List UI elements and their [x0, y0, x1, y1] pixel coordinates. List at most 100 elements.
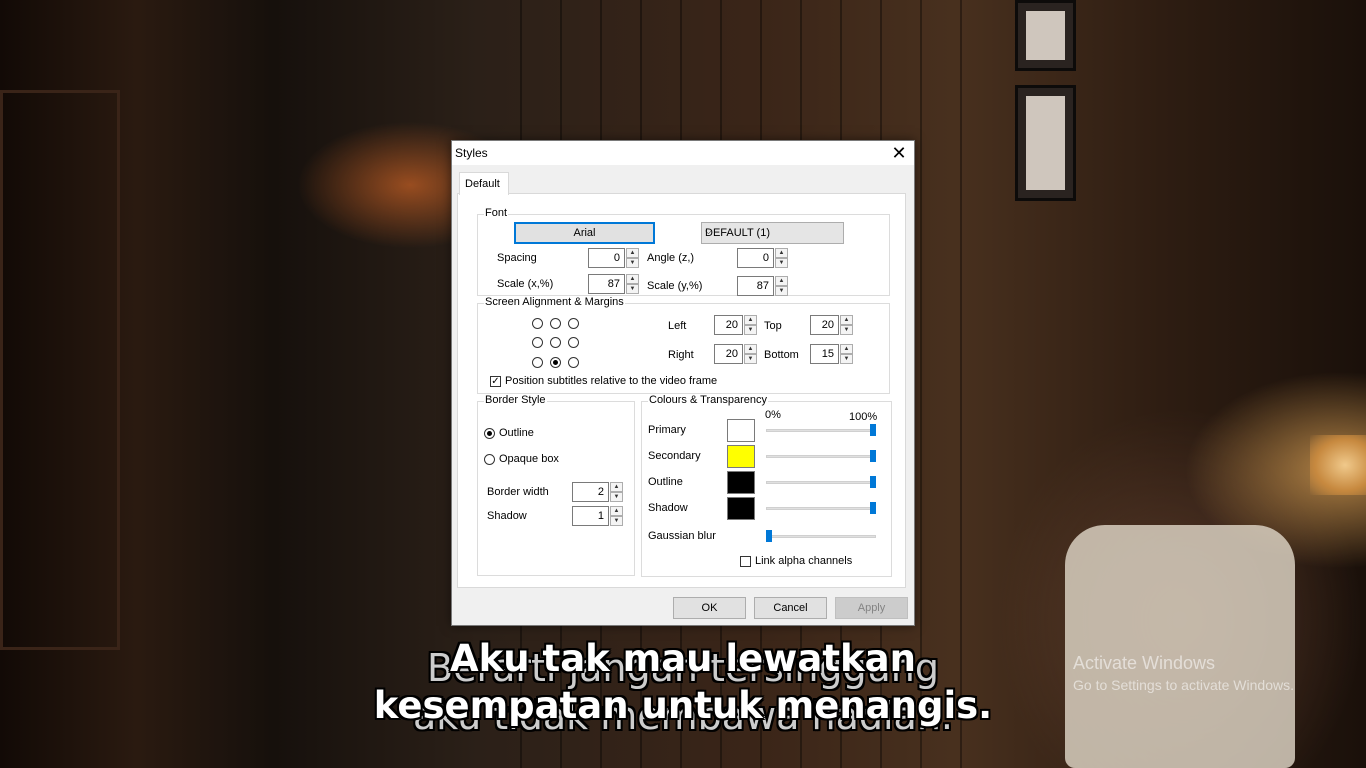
spin-down-icon[interactable]: ▼ — [626, 284, 639, 294]
spin-up-icon[interactable]: ▲ — [840, 315, 853, 325]
align-top-right-radio[interactable] — [568, 318, 579, 329]
secondary-opacity-slider[interactable] — [766, 450, 876, 462]
align-top-left-radio[interactable] — [532, 318, 543, 329]
scale-y-stepper[interactable]: 87 ▲ ▼ — [737, 276, 788, 296]
scale-x-value[interactable]: 87 — [588, 274, 625, 294]
title-bar[interactable]: Styles ✕ — [452, 141, 914, 165]
charset-select[interactable]: DEFAULT (1) ⌵ — [701, 222, 844, 244]
spin-up-icon[interactable]: ▲ — [610, 482, 623, 492]
align-middle-left-radio[interactable] — [532, 337, 543, 348]
shadow-colour-label: Shadow — [648, 502, 688, 514]
margin-top-label: Top — [764, 320, 782, 332]
spin-up-icon[interactable]: ▲ — [744, 315, 757, 325]
align-top-center-radio[interactable] — [550, 318, 561, 329]
scale-x-label: Scale (x,%) — [497, 278, 554, 290]
cancel-button[interactable]: Cancel — [754, 597, 827, 619]
spacing-stepper[interactable]: 0 ▲ ▼ — [588, 248, 639, 268]
font-button[interactable]: Arial — [514, 222, 655, 244]
close-button[interactable]: ✕ — [884, 141, 914, 165]
align-middle-center-radio[interactable] — [550, 337, 561, 348]
primary-opacity-slider[interactable] — [766, 424, 876, 436]
secondary-label: Secondary — [648, 450, 701, 462]
gaussian-blur-label: Gaussian blur — [648, 530, 716, 542]
margin-right-stepper[interactable]: 20 ▲ ▼ — [714, 344, 758, 364]
spin-down-icon[interactable]: ▼ — [744, 325, 757, 335]
border-width-label: Border width — [487, 486, 549, 498]
spin-up-icon[interactable]: ▲ — [775, 248, 788, 258]
opacity-min-label: 0% — [765, 409, 781, 421]
spin-down-icon[interactable]: ▼ — [610, 516, 623, 526]
shadow-value[interactable]: 1 — [572, 506, 609, 526]
apply-button[interactable]: Apply — [835, 597, 908, 619]
primary-color-swatch[interactable] — [727, 419, 755, 442]
spin-down-icon[interactable]: ▼ — [775, 286, 788, 296]
slider-thumb[interactable] — [870, 450, 876, 462]
spin-down-icon[interactable]: ▼ — [840, 354, 853, 364]
margin-bottom-label: Bottom — [764, 349, 799, 361]
slider-thumb[interactable] — [870, 424, 876, 436]
align-bottom-left-radio[interactable] — [532, 357, 543, 368]
spin-down-icon[interactable]: ▼ — [744, 354, 757, 364]
margin-left-value[interactable]: 20 — [714, 315, 743, 335]
font-group: Font Arial DEFAULT (1) ⌵ Spacing 0 ▲ ▼ An… — [477, 207, 890, 296]
opacity-max-label: 100% — [849, 411, 878, 423]
spin-up-icon[interactable]: ▲ — [626, 274, 639, 284]
border-width-stepper[interactable]: 2 ▲ ▼ — [572, 482, 623, 502]
slider-thumb[interactable] — [870, 476, 876, 488]
styles-dialog: Styles ✕ Default Font Arial DEFAULT (1) … — [451, 140, 915, 626]
gaussian-blur-slider[interactable] — [766, 530, 876, 542]
outline-opacity-slider[interactable] — [766, 476, 876, 488]
margin-top-value[interactable]: 20 — [810, 315, 839, 335]
ok-button[interactable]: OK — [673, 597, 746, 619]
relative-position-label: Position subtitles relative to the video… — [505, 375, 718, 387]
angle-stepper[interactable]: 0 ▲ ▼ — [737, 248, 788, 268]
margin-top-stepper[interactable]: 20 ▲ ▼ — [810, 315, 854, 335]
spin-down-icon[interactable]: ▼ — [775, 258, 788, 268]
colours-group: Colours & Transparency 0% 100% Primary S… — [641, 394, 892, 577]
spin-down-icon[interactable]: ▼ — [626, 258, 639, 268]
link-alpha-checkbox[interactable] — [740, 556, 751, 567]
tab-default[interactable]: Default — [459, 172, 509, 195]
spin-down-icon[interactable]: ▼ — [610, 492, 623, 502]
font-legend: Font — [484, 207, 509, 219]
slider-thumb[interactable] — [766, 530, 772, 542]
border-width-value[interactable]: 2 — [572, 482, 609, 502]
opaque-box-radio[interactable] — [484, 454, 495, 465]
spin-up-icon[interactable]: ▲ — [610, 506, 623, 516]
slider-thumb[interactable] — [870, 502, 876, 514]
shadow-stepper[interactable]: 1 ▲ ▼ — [572, 506, 623, 526]
align-bottom-right-radio[interactable] — [568, 357, 579, 368]
margin-right-value[interactable]: 20 — [714, 344, 743, 364]
margin-left-stepper[interactable]: 20 ▲ ▼ — [714, 315, 758, 335]
outline-radio[interactable] — [484, 428, 495, 439]
scale-x-stepper[interactable]: 87 ▲ ▼ — [588, 274, 639, 294]
lamp — [1310, 435, 1366, 495]
scale-y-value[interactable]: 87 — [737, 276, 774, 296]
close-icon: ✕ — [891, 143, 907, 163]
shadow-label: Shadow — [487, 510, 527, 522]
dialog-title: Styles — [455, 146, 488, 160]
spin-up-icon[interactable]: ▲ — [744, 344, 757, 354]
tab-label: Default — [465, 178, 500, 190]
cabinet — [0, 90, 120, 650]
relative-position-checkbox[interactable]: ✓ — [490, 376, 501, 387]
angle-value[interactable]: 0 — [737, 248, 774, 268]
shadow-opacity-slider[interactable] — [766, 502, 876, 514]
secondary-color-swatch[interactable] — [727, 445, 755, 468]
spin-up-icon[interactable]: ▲ — [840, 344, 853, 354]
link-alpha-label: Link alpha channels — [755, 555, 853, 567]
spacing-value[interactable]: 0 — [588, 248, 625, 268]
margin-bottom-stepper[interactable]: 15 ▲ ▼ — [810, 344, 854, 364]
spin-down-icon[interactable]: ▼ — [840, 325, 853, 335]
activate-windows-subtitle: Go to Settings to activate Windows. — [1073, 677, 1294, 693]
outline-color-swatch[interactable] — [727, 471, 755, 494]
align-bottom-center-radio[interactable] — [550, 357, 561, 368]
border-style-legend: Border Style — [484, 394, 547, 406]
margin-right-label: Right — [668, 349, 694, 361]
spin-up-icon[interactable]: ▲ — [626, 248, 639, 258]
spin-up-icon[interactable]: ▲ — [775, 276, 788, 286]
margin-bottom-value[interactable]: 15 — [810, 344, 839, 364]
align-middle-right-radio[interactable] — [568, 337, 579, 348]
shadow-color-swatch[interactable] — [727, 497, 755, 520]
alignment-group: Screen Alignment & Margins Left 20 ▲ ▼ To… — [477, 296, 890, 394]
